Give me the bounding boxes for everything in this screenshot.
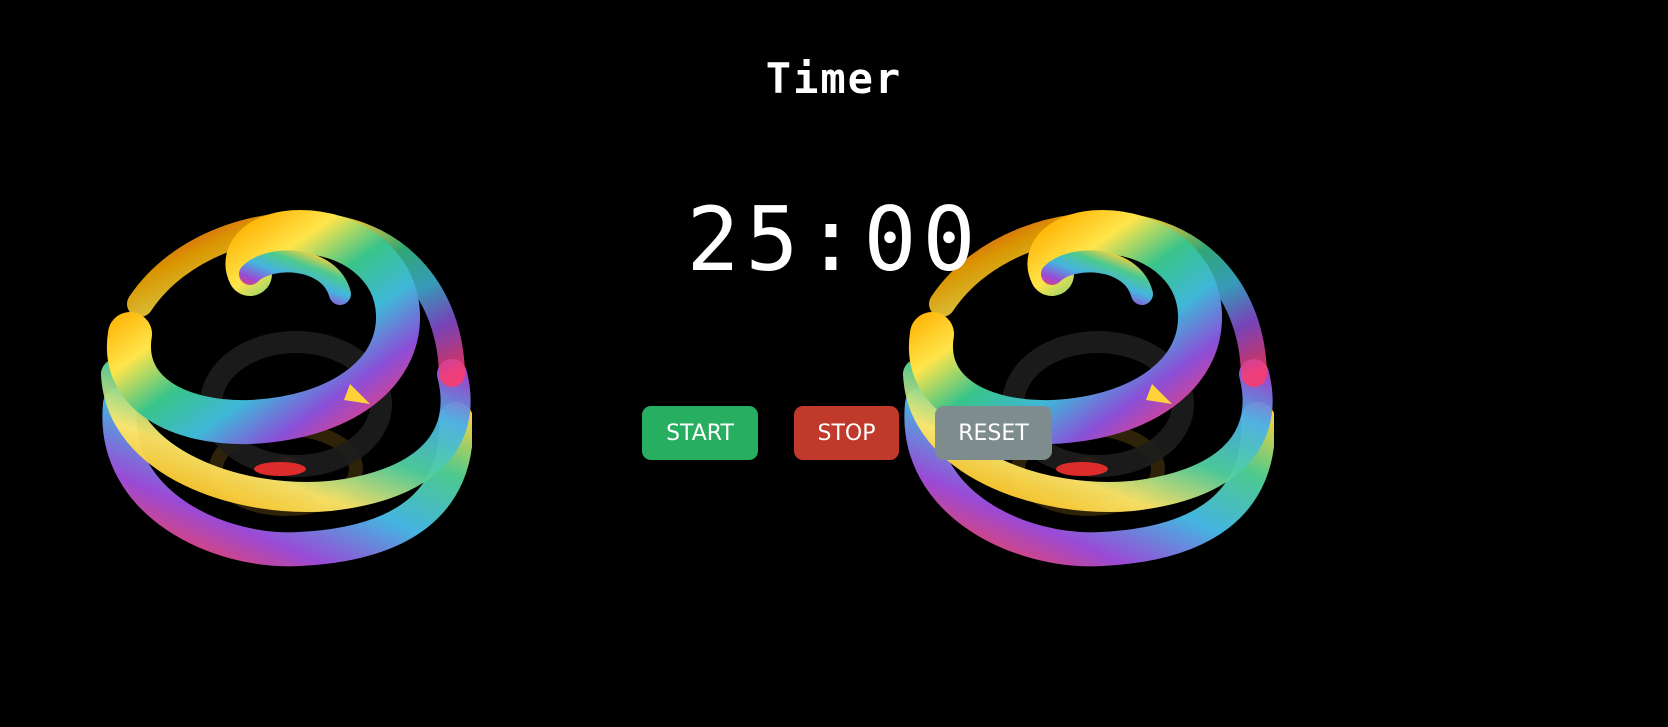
page-title: Timer (765, 54, 903, 103)
reset-button[interactable]: RESET (935, 406, 1052, 460)
stop-button[interactable]: STOP (794, 406, 899, 460)
start-button[interactable]: START (642, 406, 758, 460)
timer-display: 25:00 (686, 188, 982, 291)
